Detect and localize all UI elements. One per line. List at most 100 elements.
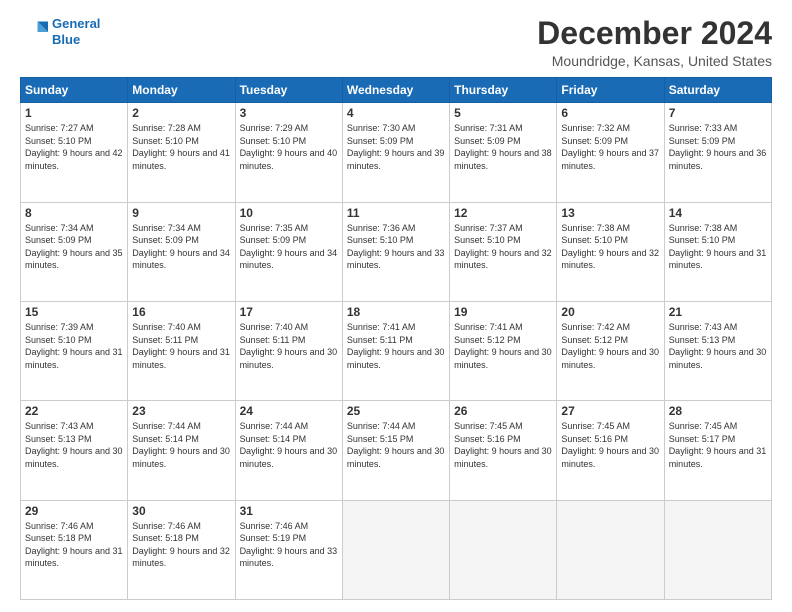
- day-info: Sunrise: 7:39 AMSunset: 5:10 PMDaylight:…: [25, 321, 123, 371]
- weekday-header: Wednesday: [342, 78, 449, 103]
- calendar-cell: 24 Sunrise: 7:44 AMSunset: 5:14 PMDaylig…: [235, 401, 342, 500]
- day-info: Sunrise: 7:38 AMSunset: 5:10 PMDaylight:…: [669, 222, 767, 272]
- day-info: Sunrise: 7:44 AMSunset: 5:14 PMDaylight:…: [132, 420, 230, 470]
- month-title: December 2024: [537, 16, 772, 51]
- day-number: 4: [347, 106, 445, 120]
- day-info: Sunrise: 7:35 AMSunset: 5:09 PMDaylight:…: [240, 222, 338, 272]
- calendar-cell: 14 Sunrise: 7:38 AMSunset: 5:10 PMDaylig…: [664, 202, 771, 301]
- day-info: Sunrise: 7:43 AMSunset: 5:13 PMDaylight:…: [25, 420, 123, 470]
- calendar-cell: [342, 500, 449, 599]
- day-number: 3: [240, 106, 338, 120]
- weekday-header: Tuesday: [235, 78, 342, 103]
- day-info: Sunrise: 7:44 AMSunset: 5:14 PMDaylight:…: [240, 420, 338, 470]
- day-info: Sunrise: 7:27 AMSunset: 5:10 PMDaylight:…: [25, 122, 123, 172]
- day-number: 7: [669, 106, 767, 120]
- header-row: SundayMondayTuesdayWednesdayThursdayFrid…: [21, 78, 772, 103]
- day-number: 8: [25, 206, 123, 220]
- calendar-cell: 20 Sunrise: 7:42 AMSunset: 5:12 PMDaylig…: [557, 301, 664, 400]
- day-info: Sunrise: 7:46 AMSunset: 5:18 PMDaylight:…: [132, 520, 230, 570]
- day-info: Sunrise: 7:38 AMSunset: 5:10 PMDaylight:…: [561, 222, 659, 272]
- calendar-week: 15 Sunrise: 7:39 AMSunset: 5:10 PMDaylig…: [21, 301, 772, 400]
- calendar-cell: 11 Sunrise: 7:36 AMSunset: 5:10 PMDaylig…: [342, 202, 449, 301]
- day-info: Sunrise: 7:34 AMSunset: 5:09 PMDaylight:…: [132, 222, 230, 272]
- calendar-cell: 12 Sunrise: 7:37 AMSunset: 5:10 PMDaylig…: [450, 202, 557, 301]
- calendar-cell: 4 Sunrise: 7:30 AMSunset: 5:09 PMDayligh…: [342, 103, 449, 202]
- weekday-header: Sunday: [21, 78, 128, 103]
- day-number: 22: [25, 404, 123, 418]
- calendar-cell: [557, 500, 664, 599]
- calendar-cell: 15 Sunrise: 7:39 AMSunset: 5:10 PMDaylig…: [21, 301, 128, 400]
- day-info: Sunrise: 7:45 AMSunset: 5:16 PMDaylight:…: [561, 420, 659, 470]
- day-info: Sunrise: 7:45 AMSunset: 5:16 PMDaylight:…: [454, 420, 552, 470]
- calendar-cell: [664, 500, 771, 599]
- day-info: Sunrise: 7:42 AMSunset: 5:12 PMDaylight:…: [561, 321, 659, 371]
- weekday-header: Thursday: [450, 78, 557, 103]
- day-info: Sunrise: 7:37 AMSunset: 5:10 PMDaylight:…: [454, 222, 552, 272]
- day-info: Sunrise: 7:46 AMSunset: 5:19 PMDaylight:…: [240, 520, 338, 570]
- calendar-cell: 25 Sunrise: 7:44 AMSunset: 5:15 PMDaylig…: [342, 401, 449, 500]
- day-info: Sunrise: 7:40 AMSunset: 5:11 PMDaylight:…: [240, 321, 338, 371]
- day-info: Sunrise: 7:30 AMSunset: 5:09 PMDaylight:…: [347, 122, 445, 172]
- calendar-cell: 5 Sunrise: 7:31 AMSunset: 5:09 PMDayligh…: [450, 103, 557, 202]
- day-info: Sunrise: 7:33 AMSunset: 5:09 PMDaylight:…: [669, 122, 767, 172]
- header: General Blue December 2024 Moundridge, K…: [20, 16, 772, 69]
- calendar-cell: 7 Sunrise: 7:33 AMSunset: 5:09 PMDayligh…: [664, 103, 771, 202]
- day-number: 28: [669, 404, 767, 418]
- day-number: 31: [240, 504, 338, 518]
- day-info: Sunrise: 7:43 AMSunset: 5:13 PMDaylight:…: [669, 321, 767, 371]
- day-info: Sunrise: 7:40 AMSunset: 5:11 PMDaylight:…: [132, 321, 230, 371]
- logo: General Blue: [20, 16, 100, 47]
- calendar-cell: 16 Sunrise: 7:40 AMSunset: 5:11 PMDaylig…: [128, 301, 235, 400]
- day-number: 23: [132, 404, 230, 418]
- day-info: Sunrise: 7:36 AMSunset: 5:10 PMDaylight:…: [347, 222, 445, 272]
- day-number: 11: [347, 206, 445, 220]
- logo-text: General Blue: [52, 16, 100, 47]
- calendar-cell: 23 Sunrise: 7:44 AMSunset: 5:14 PMDaylig…: [128, 401, 235, 500]
- calendar-cell: 9 Sunrise: 7:34 AMSunset: 5:09 PMDayligh…: [128, 202, 235, 301]
- day-number: 10: [240, 206, 338, 220]
- day-info: Sunrise: 7:32 AMSunset: 5:09 PMDaylight:…: [561, 122, 659, 172]
- calendar-cell: 17 Sunrise: 7:40 AMSunset: 5:11 PMDaylig…: [235, 301, 342, 400]
- day-number: 15: [25, 305, 123, 319]
- calendar-cell: 29 Sunrise: 7:46 AMSunset: 5:18 PMDaylig…: [21, 500, 128, 599]
- day-info: Sunrise: 7:41 AMSunset: 5:11 PMDaylight:…: [347, 321, 445, 371]
- weekday-header: Friday: [557, 78, 664, 103]
- day-number: 13: [561, 206, 659, 220]
- calendar-cell: 6 Sunrise: 7:32 AMSunset: 5:09 PMDayligh…: [557, 103, 664, 202]
- day-number: 25: [347, 404, 445, 418]
- day-number: 16: [132, 305, 230, 319]
- calendar-cell: 31 Sunrise: 7:46 AMSunset: 5:19 PMDaylig…: [235, 500, 342, 599]
- calendar-cell: 28 Sunrise: 7:45 AMSunset: 5:17 PMDaylig…: [664, 401, 771, 500]
- calendar-cell: 21 Sunrise: 7:43 AMSunset: 5:13 PMDaylig…: [664, 301, 771, 400]
- weekday-header: Monday: [128, 78, 235, 103]
- day-number: 9: [132, 206, 230, 220]
- calendar-cell: 22 Sunrise: 7:43 AMSunset: 5:13 PMDaylig…: [21, 401, 128, 500]
- calendar-cell: 19 Sunrise: 7:41 AMSunset: 5:12 PMDaylig…: [450, 301, 557, 400]
- location: Moundridge, Kansas, United States: [537, 53, 772, 69]
- day-number: 19: [454, 305, 552, 319]
- day-number: 6: [561, 106, 659, 120]
- calendar-cell: 3 Sunrise: 7:29 AMSunset: 5:10 PMDayligh…: [235, 103, 342, 202]
- logo-icon: [20, 18, 48, 46]
- weekday-header: Saturday: [664, 78, 771, 103]
- day-info: Sunrise: 7:41 AMSunset: 5:12 PMDaylight:…: [454, 321, 552, 371]
- calendar-cell: 18 Sunrise: 7:41 AMSunset: 5:11 PMDaylig…: [342, 301, 449, 400]
- calendar-week: 29 Sunrise: 7:46 AMSunset: 5:18 PMDaylig…: [21, 500, 772, 599]
- day-number: 21: [669, 305, 767, 319]
- day-info: Sunrise: 7:45 AMSunset: 5:17 PMDaylight:…: [669, 420, 767, 470]
- day-number: 12: [454, 206, 552, 220]
- day-number: 30: [132, 504, 230, 518]
- calendar-week: 1 Sunrise: 7:27 AMSunset: 5:10 PMDayligh…: [21, 103, 772, 202]
- day-number: 27: [561, 404, 659, 418]
- calendar-cell: 13 Sunrise: 7:38 AMSunset: 5:10 PMDaylig…: [557, 202, 664, 301]
- calendar-cell: 10 Sunrise: 7:35 AMSunset: 5:09 PMDaylig…: [235, 202, 342, 301]
- page: General Blue December 2024 Moundridge, K…: [0, 0, 792, 612]
- calendar-cell: 26 Sunrise: 7:45 AMSunset: 5:16 PMDaylig…: [450, 401, 557, 500]
- day-number: 20: [561, 305, 659, 319]
- day-number: 5: [454, 106, 552, 120]
- calendar-cell: [450, 500, 557, 599]
- day-info: Sunrise: 7:31 AMSunset: 5:09 PMDaylight:…: [454, 122, 552, 172]
- day-info: Sunrise: 7:44 AMSunset: 5:15 PMDaylight:…: [347, 420, 445, 470]
- day-number: 29: [25, 504, 123, 518]
- day-info: Sunrise: 7:29 AMSunset: 5:10 PMDaylight:…: [240, 122, 338, 172]
